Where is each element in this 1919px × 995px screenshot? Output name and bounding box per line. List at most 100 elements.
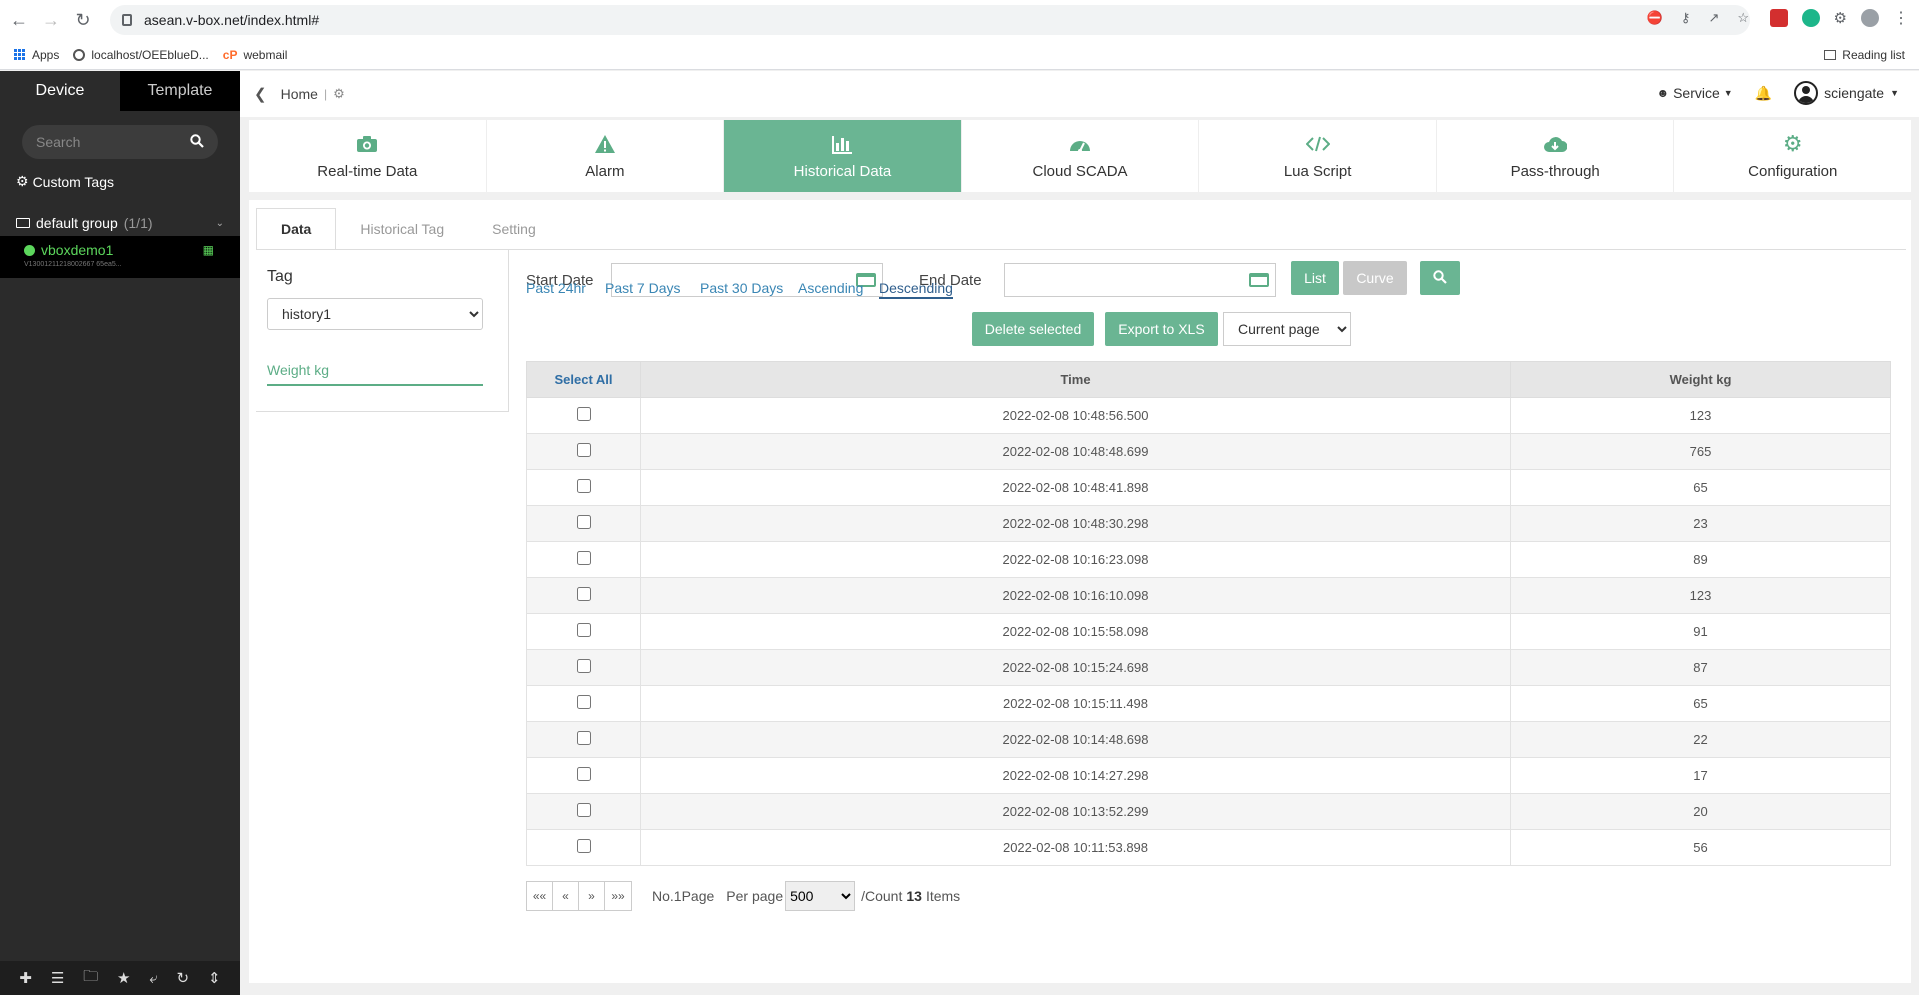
row-checkbox[interactable] (576, 551, 591, 565)
bar-chart-icon (831, 133, 853, 155)
row-checkbox[interactable] (576, 587, 591, 601)
forward-arrow-icon[interactable]: → (38, 7, 64, 33)
list-icon[interactable]: ☰ (51, 969, 64, 987)
row-checkbox[interactable] (576, 839, 591, 853)
row-checkbox[interactable] (576, 407, 591, 421)
module-alarm[interactable]: Alarm (487, 120, 725, 192)
device-group[interactable]: default group (1/1) ⌄ (0, 210, 240, 236)
tab-data[interactable]: Data (256, 208, 337, 250)
add-icon[interactable]: ✚ (19, 969, 32, 987)
device-calendar-icon[interactable]: ▦ (203, 243, 214, 257)
calendar-icon[interactable] (1249, 273, 1269, 287)
avatar (1794, 81, 1819, 105)
address-bar[interactable]: asean.v-box.net/index.html# (110, 5, 1750, 35)
delete-selected-button[interactable]: Delete selected (972, 312, 1094, 346)
prev-page-button[interactable]: « (553, 882, 579, 910)
module-lua-script[interactable]: Lua Script (1199, 120, 1437, 192)
back-arrow-icon[interactable]: ← (6, 7, 32, 33)
folder-icon[interactable]: 🗀 (83, 966, 98, 991)
row-checkbox[interactable] (576, 659, 591, 673)
tab-historical-tag[interactable]: Historical Tag (336, 208, 468, 250)
sidebar-tabs: Device Template (0, 71, 240, 111)
select-all-header[interactable]: Select All (526, 361, 641, 398)
search-input[interactable] (36, 134, 186, 150)
row-checkbox[interactable] (576, 803, 591, 817)
tab-device[interactable]: Device (0, 71, 120, 111)
extension-icon[interactable] (1801, 9, 1820, 27)
reading-list-icon (1824, 50, 1837, 60)
export-xls-button[interactable]: Export to XLS (1105, 312, 1218, 346)
star-icon[interactable]: ★ (117, 969, 130, 987)
range-past-24hr[interactable]: Past 24hr (526, 280, 586, 296)
module-realtime-data[interactable]: Real-time Data (249, 120, 487, 192)
tab-template[interactable]: Template (120, 71, 240, 111)
module-pass-through[interactable]: Pass-through (1437, 120, 1675, 192)
row-select-cell (526, 433, 641, 470)
reading-list[interactable]: Reading list (1824, 48, 1905, 62)
chevron-down-icon[interactable]: ⌄ (216, 218, 224, 229)
sort-ascending[interactable]: Ascending (798, 280, 863, 296)
tag-field-weight[interactable]: Weight kg (267, 362, 483, 386)
weight-cell: 765 (1510, 433, 1891, 470)
page-scope-select[interactable]: Current page (1223, 312, 1351, 346)
pdf-extension-icon[interactable] (1769, 9, 1788, 27)
sort-descending[interactable]: Descending (879, 280, 953, 299)
reload-icon[interactable]: ↻ (70, 7, 96, 33)
row-checkbox[interactable] (576, 443, 591, 457)
service-menu[interactable]: ☻ Service ▼ (1656, 85, 1732, 101)
last-page-button[interactable]: »» (605, 882, 631, 910)
module-cloud-scada[interactable]: Cloud SCADA (962, 120, 1200, 192)
end-date-input[interactable] (1004, 263, 1276, 297)
module-configuration[interactable]: ⚙ Configuration (1674, 120, 1911, 192)
bookmark-webmail[interactable]: cP webmail (223, 48, 288, 62)
table-row: 2022-02-08 10:14:27.298 17 (526, 757, 1891, 794)
row-checkbox[interactable] (576, 623, 591, 637)
tag-select[interactable]: history1 (267, 298, 483, 330)
blocked-icon[interactable]: ⛔ (1647, 10, 1663, 26)
item-count: 13 (906, 888, 922, 904)
device-item[interactable]: vboxdemo1 V13001211218002667 65ea5... ▦ (0, 236, 240, 278)
breadcrumb-home[interactable]: Home (281, 86, 318, 102)
weight-cell: 56 (1510, 829, 1891, 866)
breadcrumb-separator: | (323, 87, 328, 101)
cloud-download-icon (1543, 133, 1568, 155)
range-past-30-days[interactable]: Past 30 Days (700, 280, 783, 296)
time-cell: 2022-02-08 10:16:23.098 (640, 541, 1511, 578)
search-button[interactable] (1420, 261, 1460, 295)
first-page-button[interactable]: «« (527, 882, 553, 910)
row-select-cell (526, 685, 641, 722)
user-menu[interactable]: sciengate ▼ (1794, 81, 1899, 105)
time-cell: 2022-02-08 10:14:27.298 (640, 757, 1511, 794)
custom-tags-link[interactable]: ⚙ Custom Tags (16, 173, 240, 190)
module-historical-data[interactable]: Historical Data (724, 120, 962, 192)
key-icon[interactable]: ⚷ (1681, 10, 1691, 26)
refresh-icon[interactable]: ↻ (177, 969, 190, 987)
profile-icon[interactable] (1861, 9, 1879, 27)
row-select-cell (526, 541, 641, 578)
share-icon[interactable]: ↗ (1708, 10, 1719, 26)
bookmark-localhost[interactable]: localhost/OEEblueD... (73, 48, 209, 62)
row-checkbox[interactable] (576, 695, 591, 709)
star-icon[interactable]: ☆ (1737, 10, 1749, 26)
search-icon[interactable] (190, 133, 204, 151)
row-checkbox[interactable] (576, 479, 591, 493)
sort-icon[interactable]: ⇕ (208, 969, 221, 987)
back-chevron-icon[interactable]: ❮ (254, 85, 267, 103)
range-past-7-days[interactable]: Past 7 Days (605, 280, 680, 296)
row-checkbox[interactable] (576, 515, 591, 529)
bookmark-apps[interactable]: Apps (14, 48, 59, 62)
per-page-select[interactable]: 500 (785, 881, 856, 911)
tab-setting[interactable]: Setting (468, 208, 560, 250)
bell-icon[interactable]: 🔔 (1755, 85, 1772, 102)
next-page-button[interactable]: » (579, 882, 605, 910)
curve-button[interactable]: Curve (1343, 261, 1407, 295)
row-checkbox[interactable] (576, 731, 591, 745)
share-icon[interactable]: ⤶ (149, 970, 157, 987)
bookmarks-bar: Apps localhost/OEEblueD... cP webmail Re… (0, 40, 1919, 70)
puzzle-icon[interactable]: ⚙ (1834, 9, 1847, 27)
list-button[interactable]: List (1291, 261, 1339, 295)
row-checkbox[interactable] (576, 767, 591, 781)
settings-gear-icon[interactable]: ⚙ (333, 86, 345, 102)
table-row: 2022-02-08 10:11:53.898 56 (526, 829, 1891, 866)
more-menu-icon[interactable]: ⋮ (1893, 8, 1909, 28)
